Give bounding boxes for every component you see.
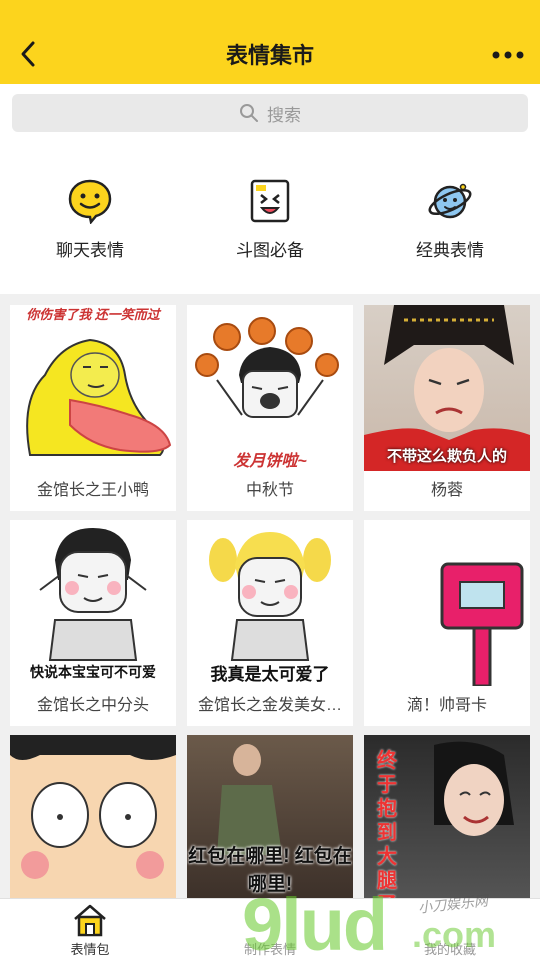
sticker-caption: 终于抱到大腿了 (377, 750, 397, 901)
search-icon (240, 104, 258, 122)
category-label: 经典表情 (416, 241, 484, 260)
sticker-pack-card[interactable]: 红包在哪里! 红包在哪里! (187, 735, 353, 901)
sticker-pack-name: 中秋节 (245, 482, 294, 499)
tab-label: 表情包 (70, 942, 110, 957)
sticker-caption: 不带这么欺负人的 (386, 448, 507, 465)
sticker-pack-card[interactable]: 滴！帅哥卡 (364, 520, 530, 726)
more-button[interactable] (488, 40, 528, 70)
sticker-pack-card[interactable]: 我真是太可爱了 金馆长之金发美女… (187, 520, 353, 726)
duck-meme-image (26, 338, 172, 456)
sticker-pack-card[interactable]: 发月饼啦~ 中秋节 (187, 305, 353, 511)
sticker-thumbnail: 红包在哪里! 红包在哪里! (187, 735, 353, 901)
category-label: 斗图必备 (236, 241, 304, 260)
category-chat[interactable]: 聊天表情 (0, 142, 180, 294)
sticker-thumbnail: 发月饼啦~ (187, 305, 353, 471)
sticker-pack-card[interactable]: 不带这么欺负人的 杨蓉 (364, 305, 530, 511)
watermark-suffix: .com (412, 914, 497, 955)
page-title: 表情集市 (225, 43, 314, 68)
sticker-caption: 发月饼啦~ (233, 453, 307, 470)
sticker-thumbnail (364, 520, 530, 686)
sticker-thumbnail: 快说本宝宝可不可爱 (10, 520, 176, 686)
category-meme[interactable]: 斗图必备 (180, 142, 360, 294)
ellipsis-icon (492, 51, 524, 59)
watermark-logo: 9lud (242, 883, 388, 960)
sticker-pack-name: 金馆长之王小鸭 (36, 482, 149, 499)
search-input[interactable]: 搜索 (12, 94, 528, 132)
home-icon (74, 904, 106, 937)
tab-stickers[interactable]: 表情包 (0, 899, 180, 960)
handsome-card-image (440, 562, 524, 686)
meme-face-icon (250, 179, 290, 223)
sticker-thumbnail: 终于抱到大腿了 (364, 735, 530, 901)
sticker-caption: 我真是太可爱了 (210, 665, 330, 684)
sticker-pack-name: 金馆长之金发美女… (197, 697, 342, 714)
sticker-thumbnail (10, 735, 176, 901)
sticker-thumbnail: 你伤害了我 还一笑而过 (10, 305, 176, 471)
category-row: 聊天表情 斗图必备 经典表情 (0, 142, 540, 294)
sticker-pack-name: 滴！帅哥卡 (406, 697, 487, 714)
cartoon-girl-image (10, 735, 176, 879)
sticker-thumbnail: 我真是太可爱了 (187, 520, 353, 686)
planet-icon (428, 183, 472, 219)
sticker-pack-card[interactable]: 你伤害了我 还一笑而过 金馆长之王小鸭 (10, 305, 176, 511)
sticker-caption: 快说本宝宝可不可爱 (30, 664, 156, 680)
top-bar: 表情集市 (0, 0, 540, 84)
sticker-pack-card[interactable]: 快说本宝宝可不可爱 金馆长之中分头 (10, 520, 176, 726)
search-placeholder: 搜索 (267, 105, 301, 125)
sticker-pack-card[interactable] (10, 735, 176, 901)
sticker-pack-name: 金馆长之中分头 (36, 697, 149, 714)
sticker-pack-card[interactable]: 终于抱到大腿了 (364, 735, 530, 901)
sticker-pack-name: 杨蓉 (430, 482, 463, 499)
chat-smiley-icon (68, 179, 112, 224)
category-classic[interactable]: 经典表情 (360, 142, 540, 294)
search-section: 搜索 (0, 84, 540, 142)
category-label: 聊天表情 (56, 241, 124, 260)
sticker-thumbnail: 不带这么欺负人的 (364, 305, 530, 471)
